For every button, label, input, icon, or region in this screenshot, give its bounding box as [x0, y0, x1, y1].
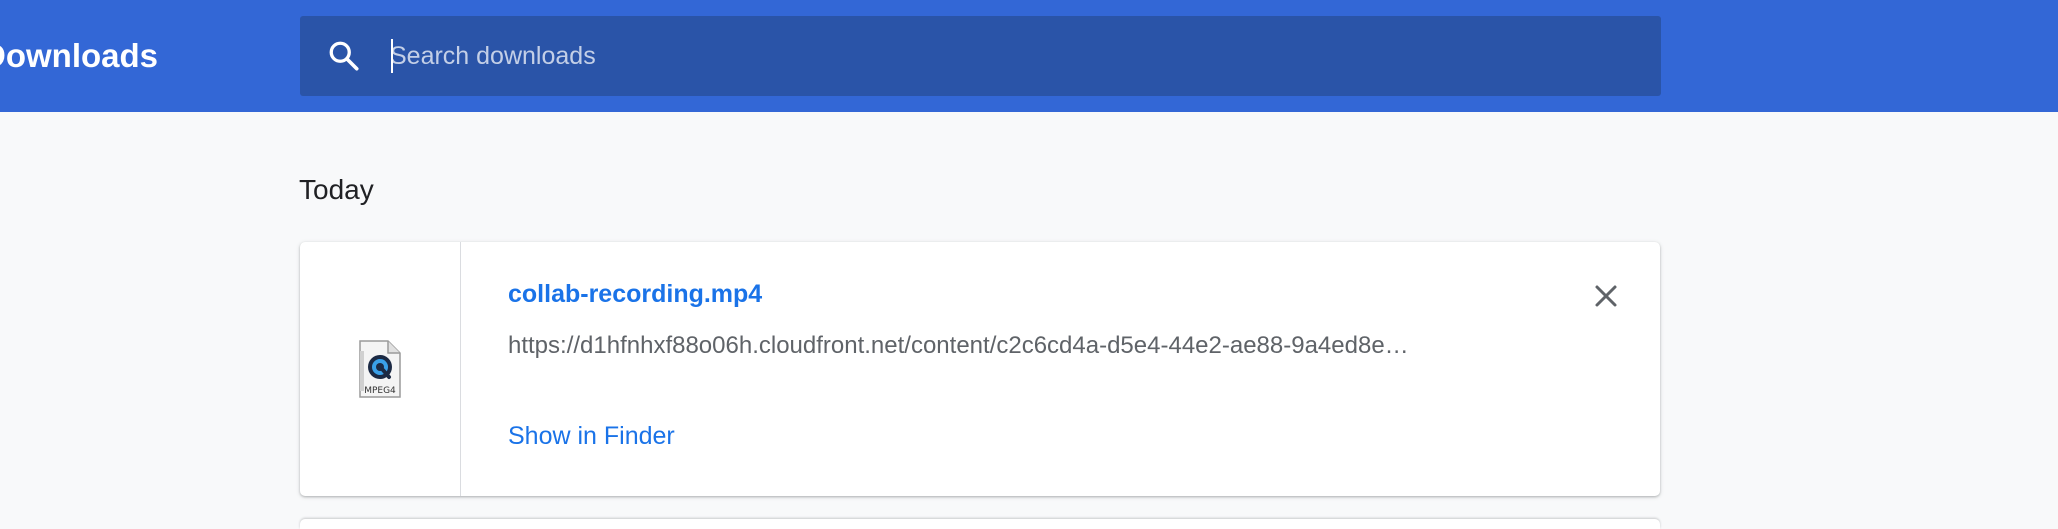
download-item-card: MPEG4 collab-recording.mp4 https://d1hfn…: [300, 242, 1660, 496]
toolbar: Downloads: [0, 0, 2058, 112]
show-in-finder-link[interactable]: Show in Finder: [508, 420, 675, 452]
file-source-url: https://d1hfnhxf88o06h.cloudfront.net/co…: [508, 332, 1409, 359]
quicktime-mpeg4-file-icon: MPEG4: [356, 337, 404, 401]
file-type-badge: MPEG4: [364, 386, 396, 396]
next-download-item-card: [300, 519, 1660, 529]
close-icon[interactable]: [1588, 278, 1624, 314]
search-input[interactable]: [390, 34, 1630, 78]
search-icon[interactable]: [326, 38, 362, 74]
search-box[interactable]: [300, 16, 1661, 96]
page-title: Downloads: [0, 37, 159, 74]
file-icon-column: MPEG4: [300, 242, 461, 496]
section-date-heading: Today: [299, 174, 374, 205]
file-name-link[interactable]: collab-recording.mp4: [508, 278, 762, 310]
text-caret: [391, 39, 393, 73]
